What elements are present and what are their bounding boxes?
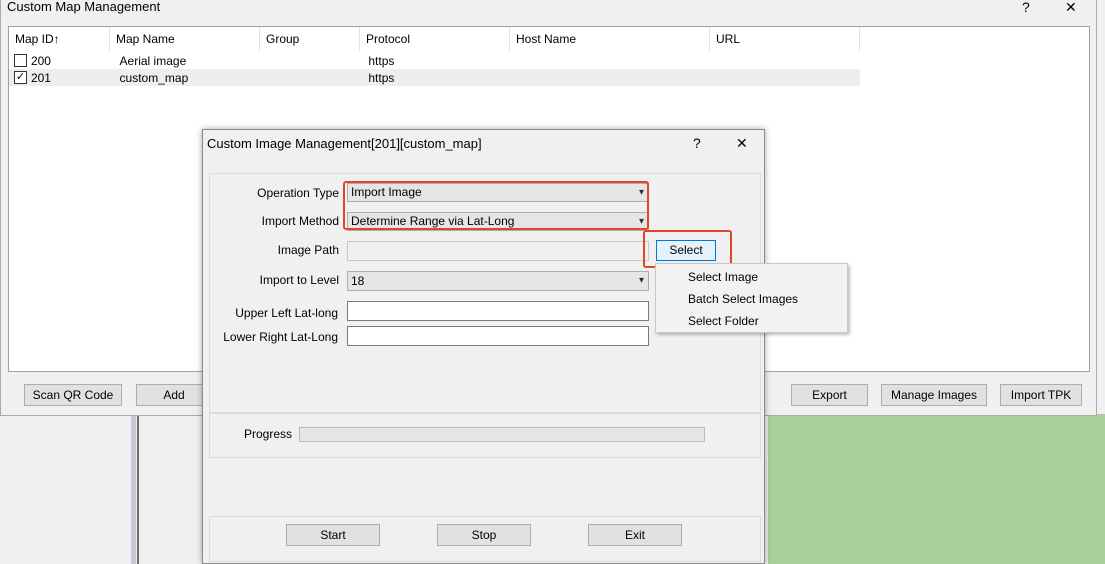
cell-map-name: custom_map bbox=[119, 70, 189, 85]
upper-left-field[interactable] bbox=[347, 301, 649, 321]
dialog-help-button[interactable]: ? bbox=[693, 136, 701, 150]
custom-image-management-dialog: Custom Image Management[201][custom_map]… bbox=[202, 129, 765, 564]
progress-bar bbox=[299, 427, 705, 442]
upper-left-label: Upper Left Lat-long bbox=[235, 306, 338, 320]
cell-map-id: 200 bbox=[30, 53, 51, 68]
table-row[interactable]: ✓ 201 custom_map https bbox=[9, 69, 860, 86]
table-header: Map ID↑ Map Name Group Protocol Host Nam… bbox=[9, 27, 860, 52]
column-header-host-name[interactable]: Host Name bbox=[510, 27, 710, 52]
background-splitter-edge bbox=[137, 416, 139, 564]
start-button[interactable]: Start bbox=[286, 524, 380, 546]
lower-right-field[interactable] bbox=[347, 326, 649, 346]
image-path-field[interactable] bbox=[347, 241, 649, 261]
lower-right-label: Lower Right Lat-Long bbox=[223, 330, 338, 344]
progress-label: Progress bbox=[243, 427, 292, 441]
window-title: Custom Map Management bbox=[7, 0, 161, 14]
menu-item-select-image[interactable]: Select Image bbox=[688, 270, 758, 284]
stop-button[interactable]: Stop bbox=[437, 524, 531, 546]
checkmark-icon: ✓ bbox=[15, 71, 26, 83]
manage-images-button[interactable]: Manage Images bbox=[881, 384, 987, 406]
background-map-area bbox=[768, 414, 1105, 564]
highlight-box-options bbox=[343, 181, 649, 230]
import-level-select[interactable]: 18 ▾ bbox=[347, 271, 649, 291]
column-header-url[interactable]: URL bbox=[710, 27, 860, 52]
import-tpk-button[interactable]: Import TPK bbox=[1000, 384, 1082, 406]
scan-qr-code-button[interactable]: Scan QR Code bbox=[24, 384, 122, 406]
menu-item-batch-select-images[interactable]: Batch Select Images bbox=[688, 292, 798, 306]
export-button[interactable]: Export bbox=[791, 384, 868, 406]
cell-map-name: Aerial image bbox=[119, 53, 187, 68]
background-splitter bbox=[131, 416, 136, 564]
background-panel bbox=[130, 416, 204, 564]
column-header-map-name[interactable]: Map Name bbox=[110, 27, 260, 52]
exit-button[interactable]: Exit bbox=[588, 524, 682, 546]
menu-item-select-folder[interactable]: Select Folder bbox=[688, 314, 759, 328]
import-level-label: Import to Level bbox=[259, 273, 339, 287]
help-button[interactable]: ? bbox=[1022, 0, 1030, 14]
cell-protocol: https bbox=[368, 53, 395, 68]
close-button[interactable]: ✕ bbox=[1065, 0, 1077, 14]
column-header-protocol[interactable]: Protocol bbox=[360, 27, 510, 52]
column-header-map-id[interactable]: Map ID↑ bbox=[9, 27, 110, 52]
image-path-label: Image Path bbox=[277, 243, 339, 257]
row-checkbox[interactable] bbox=[14, 54, 27, 67]
table-row[interactable]: 200 Aerial image https bbox=[9, 52, 860, 69]
import-method-label: Import Method bbox=[261, 214, 339, 228]
chevron-down-icon: ▾ bbox=[638, 275, 644, 286]
cell-protocol: https bbox=[368, 70, 395, 85]
dialog-title: Custom Image Management[201][custom_map] bbox=[207, 136, 482, 151]
column-header-group[interactable]: Group bbox=[260, 27, 360, 52]
add-button[interactable]: Add bbox=[136, 384, 212, 406]
row-checkbox[interactable]: ✓ bbox=[14, 71, 27, 84]
select-dropdown-menu: Select Image Batch Select Images Select … bbox=[655, 263, 848, 333]
dialog-close-button[interactable]: ✕ bbox=[736, 136, 748, 150]
operation-type-label: Operation Type bbox=[257, 186, 339, 200]
import-level-value: 18 bbox=[351, 274, 365, 288]
cell-map-id: 201 bbox=[30, 70, 51, 85]
